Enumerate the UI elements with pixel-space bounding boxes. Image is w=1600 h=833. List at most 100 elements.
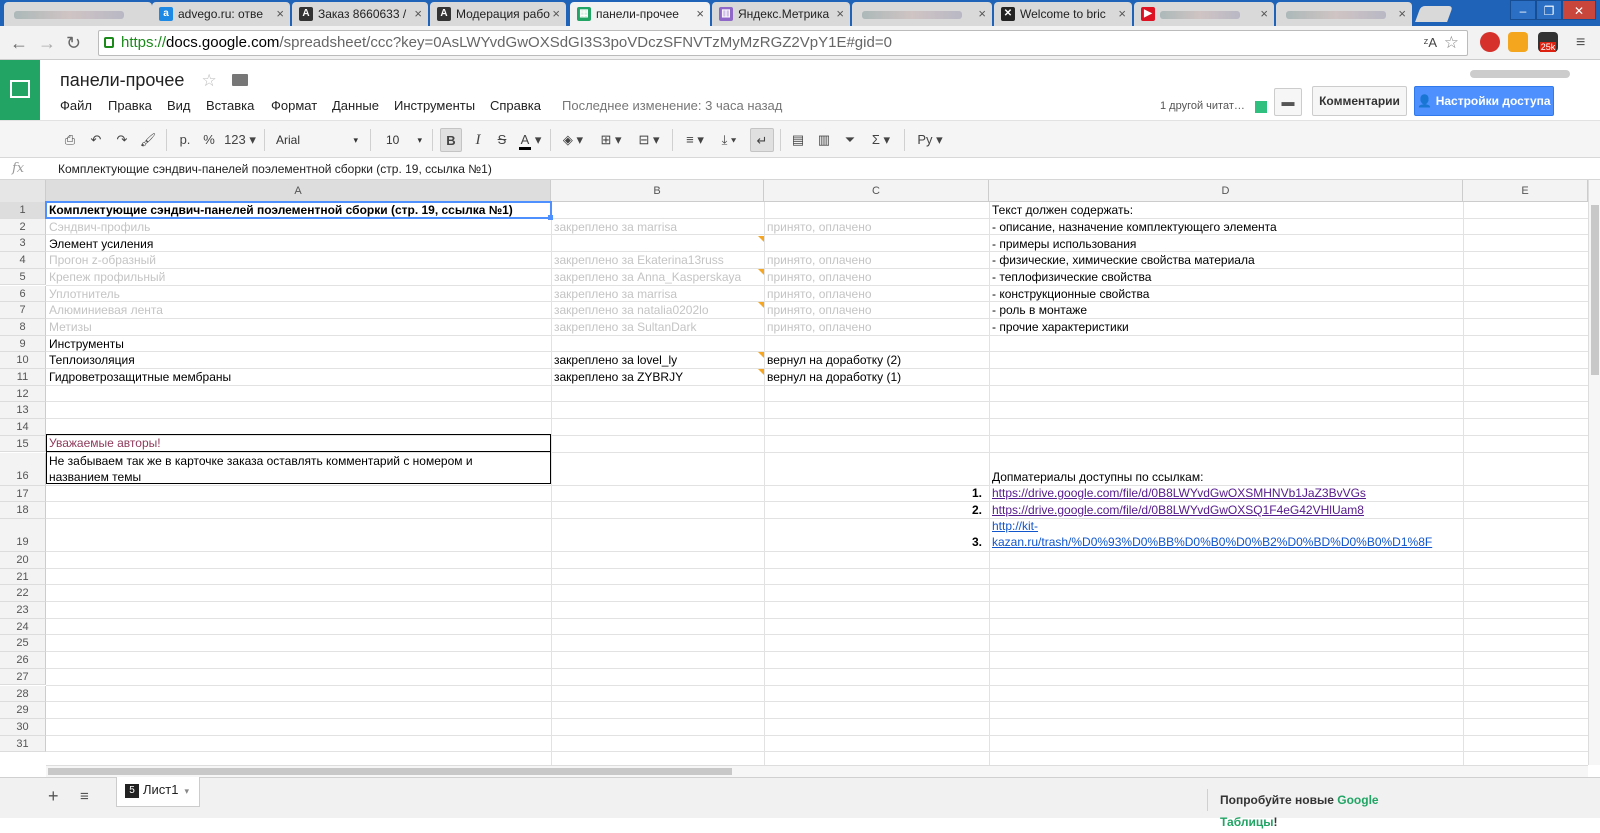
cell-d17-link[interactable]: https://drive.google.com/file/d/0B8LWYvd…: [989, 485, 1369, 501]
strikethrough-button[interactable]: S: [492, 128, 512, 152]
cell-c4[interactable]: принято, оплачено: [764, 252, 875, 268]
fill-color-icon[interactable]: ◈ ▾: [558, 128, 588, 152]
cell-c17[interactable]: 1.: [969, 485, 985, 501]
browser-tab-10[interactable]: ×: [1276, 2, 1412, 26]
cell-d3[interactable]: - примеры использования: [989, 236, 1139, 252]
merge-cells-icon[interactable]: ⊟ ▾: [632, 128, 666, 152]
translate-icon[interactable]: ᶻA: [1424, 31, 1437, 55]
cell-a3[interactable]: Элемент усиления: [46, 236, 156, 252]
all-sheets-list-icon[interactable]: ≡: [80, 788, 89, 805]
row-header[interactable]: 8: [0, 318, 46, 336]
cell-d18-link[interactable]: https://drive.google.com/file/d/0B8LWYvd…: [989, 502, 1367, 518]
close-tab-icon[interactable]: ×: [978, 2, 986, 26]
maximize-window-button[interactable]: ❐: [1536, 0, 1562, 20]
row-header[interactable]: 12: [0, 385, 46, 403]
back-icon[interactable]: ←: [10, 32, 28, 54]
add-sheet-button[interactable]: +: [48, 786, 59, 807]
try-new-sheets-link[interactable]: Попробуйте новые Google Таблицы!: [1207, 789, 1433, 829]
cell-c11[interactable]: вернул на доработку (1): [764, 369, 904, 385]
bold-button[interactable]: B: [440, 128, 462, 152]
row-header[interactable]: 7: [0, 302, 46, 319]
cell-d19-link-line1[interactable]: http://kit-: [989, 518, 1041, 534]
row-header[interactable]: 23: [0, 602, 46, 619]
row-header[interactable]: 25: [0, 635, 46, 653]
comment-indicator[interactable]: [758, 369, 764, 375]
cell-a6[interactable]: Уплотнитель: [46, 286, 123, 302]
counter-extension-icon[interactable]: 25k: [1538, 32, 1558, 52]
row-header[interactable]: 3: [0, 235, 46, 253]
spreadsheet-grid[interactable]: A B C D E 1 2 3 4 5 6 7 8 9 10 11 12 13 14 15 16 17 18 19 2…: [0, 180, 1588, 765]
row-header[interactable]: 4: [0, 252, 46, 269]
cell-a16-line1[interactable]: Не забываем так же в карточке заказа ост…: [46, 453, 476, 469]
browser-tab-1[interactable]: [4, 2, 152, 26]
close-tab-icon[interactable]: ×: [696, 2, 704, 26]
close-tab-icon[interactable]: ×: [276, 2, 284, 26]
cell-a4[interactable]: Прогон z-образный: [46, 252, 159, 268]
wrap-text-icon[interactable]: ↵: [750, 128, 774, 152]
menu-insert[interactable]: Вставка: [206, 98, 254, 113]
close-tab-icon[interactable]: ×: [552, 2, 560, 26]
sheet-tab-list1[interactable]: 5 Лист1 ▾: [116, 777, 200, 807]
paint-format-icon[interactable]: 🖌: [138, 128, 158, 152]
chevron-down-icon[interactable]: ▾: [184, 786, 189, 796]
row-header[interactable]: 13: [0, 402, 46, 420]
browser-tab-bric[interactable]: ✕ Welcome to bric ×: [994, 2, 1132, 26]
browser-tab-metrika[interactable]: ▥ Яндекс.Метрика ×: [712, 2, 850, 26]
cell-c7[interactable]: принято, оплачено: [764, 302, 875, 318]
cell-b5[interactable]: закреплено за Anna_Kasperskaya: [551, 269, 744, 285]
insert-comment-icon[interactable]: ▤: [788, 128, 808, 152]
forward-icon[interactable]: →: [38, 32, 56, 54]
borders-icon[interactable]: ⊞ ▾: [596, 128, 626, 152]
cell-c2[interactable]: принято, оплачено: [764, 219, 875, 235]
menu-data[interactable]: Данные: [332, 98, 379, 113]
row-header[interactable]: 29: [0, 702, 46, 719]
cell-a9[interactable]: Инструменты: [46, 336, 127, 352]
sheets-logo-icon[interactable]: [0, 60, 40, 120]
cell-d16[interactable]: Допматериалы доступны по ссылкам:: [989, 469, 1206, 485]
row-header[interactable]: 14: [0, 419, 46, 436]
row-header[interactable]: 20: [0, 551, 46, 569]
row-header[interactable]: 19: [0, 518, 46, 552]
formula-input[interactable]: Комплектующие сэндвич-панелей поэлементн…: [58, 162, 492, 176]
row-header[interactable]: 2: [0, 218, 46, 236]
cell-d7[interactable]: - роль в монтаже: [989, 302, 1090, 318]
font-size-select[interactable]: 10 ▾: [382, 128, 426, 152]
minimize-window-button[interactable]: –: [1510, 0, 1536, 20]
comment-indicator[interactable]: [758, 269, 764, 275]
cell-c8[interactable]: принято, оплачено: [764, 319, 875, 335]
cell-c6[interactable]: принято, оплачено: [764, 286, 875, 302]
url-field[interactable]: https://docs.google.com/spreadsheet/ccc?…: [98, 30, 1468, 56]
cell-c19[interactable]: 3.: [969, 534, 985, 550]
row-header[interactable]: 17: [0, 485, 46, 503]
cell-c10[interactable]: вернул на доработку (2): [764, 352, 904, 368]
cell-a7[interactable]: Алюминиевая лента: [46, 302, 166, 318]
cell-b10[interactable]: закреплено за lovel_ly: [551, 352, 680, 368]
cell-d5[interactable]: - теплофизические свойства: [989, 269, 1154, 285]
undo-icon[interactable]: ↶: [86, 128, 106, 152]
cell-a8[interactable]: Метизы: [46, 319, 95, 335]
cell-a16-line2[interactable]: названием темы: [46, 469, 144, 485]
close-tab-icon[interactable]: ×: [1118, 2, 1126, 26]
horizontal-align-icon[interactable]: ≡ ▾: [680, 128, 710, 152]
row-header[interactable]: 18: [0, 502, 46, 519]
print-icon[interactable]: ⎙: [60, 128, 80, 152]
row-header[interactable]: 28: [0, 685, 46, 703]
row-header[interactable]: 9: [0, 335, 46, 353]
close-tab-icon[interactable]: ×: [414, 2, 422, 26]
cell-a1[interactable]: Комплектующие сэндвич-панелей поэлементн…: [46, 202, 516, 218]
input-tools-button[interactable]: Ру ▾: [912, 128, 948, 152]
reload-icon[interactable]: ↻: [66, 32, 81, 54]
horizontal-scrollbar-thumb[interactable]: [48, 768, 732, 775]
cell-c5[interactable]: принято, оплачено: [764, 269, 875, 285]
cell-a2[interactable]: Сэндвич-профиль: [46, 219, 153, 235]
functions-icon[interactable]: Σ ▾: [866, 128, 896, 152]
cell-a10[interactable]: Теплоизоляция: [46, 352, 138, 368]
user-account[interactable]: [1470, 70, 1570, 78]
other-readers[interactable]: 1 другой читат…: [1160, 100, 1245, 112]
column-header-e[interactable]: E: [1463, 180, 1588, 202]
cell-d6[interactable]: - конструкционные свойства: [989, 286, 1152, 302]
reader-avatar[interactable]: [1255, 101, 1267, 113]
cell-a15[interactable]: Уважаемые авторы!: [46, 435, 164, 451]
menu-format[interactable]: Формат: [271, 98, 317, 113]
row-header[interactable]: 22: [0, 585, 46, 602]
